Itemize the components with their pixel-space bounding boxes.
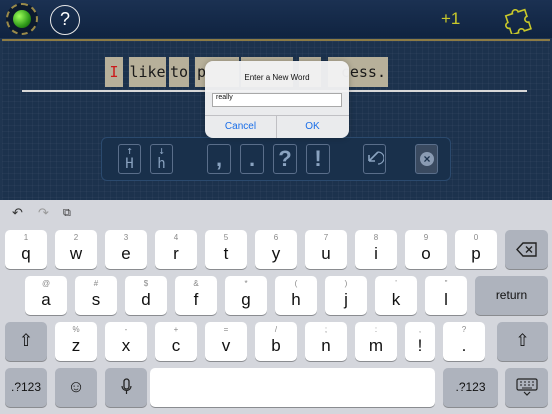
keyboard-dismiss-key[interactable] — [505, 368, 548, 407]
key-p[interactable]: 0p — [455, 230, 497, 269]
key-u[interactable]: 7u — [305, 230, 347, 269]
key-e[interactable]: 3e — [105, 230, 147, 269]
shift-icon: ⇧ — [18, 331, 34, 350]
key-b[interactable]: / b — [255, 322, 297, 361]
key-t[interactable]: 5t — [205, 230, 247, 269]
key-l[interactable]: " l — [425, 276, 467, 315]
shift-key-right[interactable]: ⇧ — [497, 322, 548, 361]
ok-button[interactable]: OK — [277, 116, 348, 138]
onscreen-keyboard: ↶ ↷ ⧉ 1q 2w 3e 4r 5t 6y 7u 8i 9o 0p @ a #… — [0, 200, 552, 414]
question-mark-button[interactable]: ? — [273, 144, 297, 174]
comma-button[interactable]: , — [207, 144, 231, 174]
microphone-key[interactable] — [105, 368, 147, 407]
emoji-key[interactable]: ☺ — [55, 368, 97, 407]
word-tile[interactable]: to — [169, 57, 189, 87]
microphone-icon — [121, 378, 132, 394]
backspace-icon — [516, 242, 537, 257]
backspace-key[interactable] — [505, 230, 548, 269]
key-i[interactable]: 8i — [355, 230, 397, 269]
word-tile[interactable]: I — [105, 57, 123, 87]
keyboard-dismiss-icon — [516, 378, 538, 396]
key-s[interactable]: # s — [75, 276, 117, 315]
shift-key-left[interactable]: ⇧ — [5, 322, 47, 361]
word-tile[interactable]: like — [129, 57, 166, 87]
key-period[interactable]: ?. — [443, 322, 485, 361]
close-icon: × — [420, 152, 434, 166]
undo-icon[interactable]: ↶ — [12, 205, 23, 221]
help-button[interactable]: ? — [50, 5, 80, 35]
key-h[interactable]: (h — [275, 276, 317, 315]
undo-arrow-icon — [368, 151, 385, 165]
lowercase-button[interactable]: ↓ h — [150, 144, 173, 174]
period-button[interactable]: . — [240, 144, 264, 174]
cancel-button[interactable]: Cancel — [205, 116, 276, 138]
delete-button[interactable]: × — [415, 144, 438, 174]
numbers-key-right[interactable]: .?123 — [443, 368, 498, 407]
key-d[interactable]: $ d — [125, 276, 167, 315]
puzzle-icon[interactable] — [502, 4, 536, 36]
space-key[interactable] — [150, 368, 435, 407]
key-v[interactable]: = v — [205, 322, 247, 361]
shift-icon: ⇧ — [515, 331, 530, 350]
exclamation-button[interactable]: ! — [306, 144, 330, 174]
key-o[interactable]: 9o — [405, 230, 447, 269]
key-x[interactable]: -x — [105, 322, 147, 361]
key-n[interactable]: ; n — [305, 322, 347, 361]
score-counter: +1 — [441, 9, 461, 28]
keyboard-shortcut-bar: ↶ ↷ ⧉ — [0, 200, 552, 228]
key-r[interactable]: 4r — [155, 230, 197, 269]
key-m[interactable]: :m — [355, 322, 397, 361]
key-j[interactable]: ) j — [325, 276, 367, 315]
home-button[interactable] — [6, 3, 38, 35]
capitalize-button[interactable]: ↑ H — [118, 144, 141, 174]
return-key[interactable]: return — [475, 276, 548, 315]
key-z[interactable]: % z — [55, 322, 97, 361]
key-g[interactable]: * g — [225, 276, 267, 315]
key-f[interactable]: & f — [175, 276, 217, 315]
new-word-dialog: Enter a New Word really Cancel OK — [205, 61, 349, 138]
key-y[interactable]: 6y — [255, 230, 297, 269]
paste-icon[interactable]: ⧉ — [63, 207, 71, 220]
top-bar: ? +1 — [0, 0, 552, 38]
redo-icon[interactable]: ↷ — [38, 205, 49, 221]
dialog-title: Enter a New Word — [244, 73, 310, 82]
new-word-input[interactable]: really — [212, 93, 342, 107]
key-c[interactable]: + c — [155, 322, 197, 361]
key-exclamation[interactable]: ,! — [405, 322, 435, 361]
emoji-icon: ☺ — [67, 377, 85, 396]
key-k[interactable]: ’ k — [375, 276, 417, 315]
green-ball-icon — [13, 10, 31, 28]
undo-button[interactable] — [363, 144, 386, 174]
key-a[interactable]: @ a — [25, 276, 67, 315]
key-q[interactable]: 1q — [5, 230, 47, 269]
numbers-key-left[interactable]: .?123 — [5, 368, 47, 407]
key-w[interactable]: 2w — [55, 230, 97, 269]
